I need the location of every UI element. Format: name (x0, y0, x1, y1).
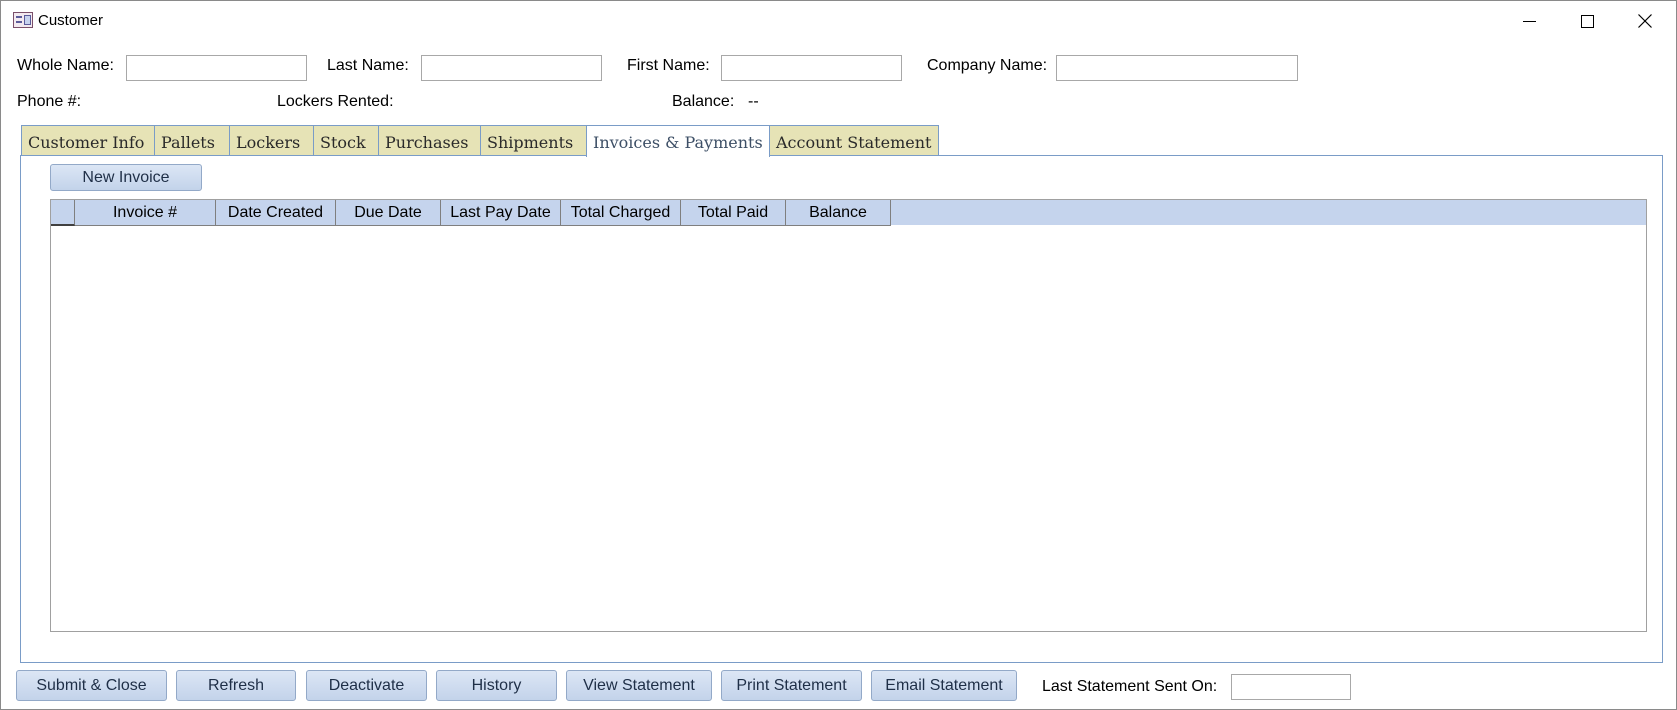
history-button[interactable]: History (436, 670, 557, 701)
email-statement-button[interactable]: Email Statement (871, 670, 1017, 701)
column-balance[interactable]: Balance (786, 200, 891, 226)
tab-account-statement[interactable]: Account Statement (769, 125, 939, 156)
submit-close-button[interactable]: Submit & Close (16, 670, 167, 701)
tab-shipments[interactable]: Shipments (480, 125, 587, 156)
minimize-button[interactable] (1500, 1, 1558, 41)
column-total-charged[interactable]: Total Charged (561, 200, 681, 226)
close-icon (1638, 14, 1652, 28)
tab-stock[interactable]: Stock (313, 125, 379, 156)
tab-purchases[interactable]: Purchases (378, 125, 481, 156)
new-invoice-button[interactable]: New Invoice (50, 164, 202, 191)
maximize-button[interactable] (1558, 1, 1616, 41)
company-name-field[interactable] (1056, 55, 1298, 81)
tab-pallets[interactable]: Pallets (154, 125, 230, 156)
maximize-icon (1580, 14, 1594, 28)
invoices-grid[interactable]: Invoice # Date Created Due Date Last Pay… (50, 199, 1647, 632)
column-last-pay-date[interactable]: Last Pay Date (441, 200, 561, 226)
last-statement-label: Last Statement Sent On: (1042, 678, 1218, 695)
customer-window: Customer Whole Name: Last Name: First Na… (0, 0, 1677, 710)
phone-label: Phone #: (17, 93, 82, 110)
first-name-field[interactable] (721, 55, 902, 81)
tab-customer-info[interactable]: Customer Info (21, 125, 155, 156)
lockers-rented-label: Lockers Rented: (277, 93, 394, 110)
last-statement-field[interactable] (1231, 674, 1351, 700)
form-icon (13, 12, 33, 28)
deactivate-button[interactable]: Deactivate (306, 670, 427, 701)
grid-header: Invoice # Date Created Due Date Last Pay… (51, 200, 1646, 226)
column-due-date[interactable]: Due Date (336, 200, 441, 226)
last-name-label: Last Name: (327, 57, 409, 74)
company-name-label: Company Name: (927, 57, 1048, 74)
last-name-field[interactable] (421, 55, 602, 81)
close-button[interactable] (1616, 1, 1674, 41)
refresh-button[interactable]: Refresh (176, 670, 296, 701)
tab-lockers[interactable]: Lockers (229, 125, 314, 156)
whole-name-field[interactable] (126, 55, 307, 81)
first-name-label: First Name: (627, 57, 710, 74)
column-date-created[interactable]: Date Created (216, 200, 336, 226)
view-statement-button[interactable]: View Statement (566, 670, 712, 701)
print-statement-button[interactable]: Print Statement (721, 670, 862, 701)
tab-invoices-payments[interactable]: Invoices & Payments (586, 125, 770, 157)
minimize-icon (1522, 20, 1536, 22)
window-title: Customer (38, 12, 104, 29)
column-invoice-number[interactable]: Invoice # (75, 200, 216, 226)
whole-name-label: Whole Name: (17, 57, 114, 74)
balance-value: -- (748, 93, 759, 110)
column-total-paid[interactable]: Total Paid (681, 200, 786, 226)
record-selector-header[interactable] (51, 200, 75, 226)
title-bar: Customer (1, 1, 1676, 41)
balance-label: Balance: (672, 93, 735, 110)
